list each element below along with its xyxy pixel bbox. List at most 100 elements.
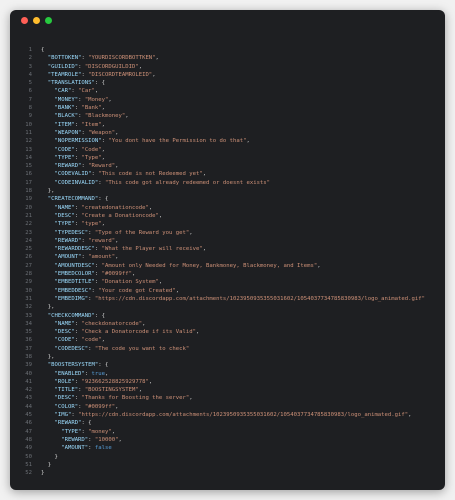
line-number: 2 [28,55,32,62]
line-number: 40 [25,370,32,377]
maximize-window-button[interactable] [45,17,52,24]
close-window-button[interactable] [21,17,28,24]
line-number: 32 [25,304,32,311]
line-number: 51 [25,461,32,468]
line-number: 7 [28,96,32,103]
code-line: 6 "CAR": "Car", [10,87,445,95]
code-line: 19 "CREATECOMMAND": { [10,195,445,203]
line-number: 37 [25,345,32,352]
code-text: "CHECKCOMMAND": { [47,312,106,319]
line-number: 35 [25,329,32,336]
code-text: } [41,453,58,460]
code-text: "CAR": "Car", [54,88,99,95]
code-text: "ENABLED": true, [54,370,109,377]
line-number: 36 [25,337,32,344]
line-number: 9 [28,113,32,120]
code-line: 29 "EMBEDTITLE": "Donation System", [10,278,445,286]
code-line: 9 "BLACK": "Blackmoney", [10,112,445,120]
line-number: 20 [25,204,32,211]
code-line: 13 "CODE": "Code", [10,146,445,154]
code-text: "DESC": "Check a Donatorcode if its Vali… [54,329,200,336]
line-number: 10 [25,121,32,128]
code-text: "TYPE": "Type", [54,154,106,161]
code-line: 49 "AMOUNT": false [10,444,445,452]
code-text: "BOOSTERSYSTEM": { [47,362,109,369]
line-number: 48 [25,436,32,443]
code-line: 3 "GUILDID": "DISCORDGUILDID", [10,63,445,71]
line-number: 33 [25,312,32,319]
code-line: 27 "AMOUNTDESC": "Amount only Needed for… [10,262,445,270]
code-line: 12 "NOPERMISSION": "You dont have the Pe… [10,137,445,145]
code-text: "BOTTOKEN": "YOURDISCORDBOTTKEN", [47,55,159,62]
code-line: 43 "DESC": "Thanks for Boosting the serv… [10,394,445,402]
minimize-window-button[interactable] [33,17,40,24]
line-number: 4 [28,71,32,78]
code-line: 4 "TEAMROLE": "DISCORDTEAMROLEID", [10,71,445,79]
code-line: 22 "TYPE": "type", [10,220,445,228]
code-text: "IMG": "https://cdn.discordapp.com/attac… [54,412,412,419]
code-line: 7 "MONEY": "Money", [10,96,445,104]
code-text: "TRANSLATIONS": { [47,80,106,87]
code-text: "TYPE": "money", [61,428,116,435]
line-number: 42 [25,387,32,394]
line-number: 19 [25,196,32,203]
code-text: "REWARD": { [54,420,92,427]
code-text: "CODE": "Code", [54,146,106,153]
code-text: { [41,47,45,53]
code-line: 50 } [10,453,445,461]
code-line: 39 "BOOSTERSYSTEM": { [10,361,445,369]
line-number: 52 [25,470,32,477]
line-number: 12 [25,138,32,145]
code-text: "EMBEDDESC": "Your code got Created", [54,287,180,294]
code-text: "DESC": "Thanks for Boosting the server"… [54,395,193,402]
line-number: 27 [25,262,32,269]
code-line: 28 "EMBEDCOLOR": "#0099ff", [10,270,445,278]
line-number: 44 [25,403,32,410]
code-line: 8 "BANK": "Bank", [10,104,445,112]
line-number: 41 [25,378,32,385]
code-text: "GUILDID": "DISCORDGUILDID", [47,63,143,70]
code-line: 45 "IMG": "https://cdn.discordapp.com/at… [10,411,445,419]
code-text: "NAME": "createdonationcode", [54,204,153,211]
line-number: 23 [25,229,32,236]
code-line: 10 "ITEM": "Item", [10,121,445,129]
line-number: 3 [28,63,32,70]
code-text: "COLOR": "#0099ff", [54,403,119,410]
code-line: 32 }, [10,303,445,311]
code-text: "EMBEDCOLOR": "#0099ff", [54,271,136,278]
code-line: 31 "EMBEDIMG": "https://cdn.discordapp.c… [10,295,445,303]
code-text: "NOPERMISSION": "You dont have the Permi… [54,138,250,145]
code-line: 18 }, [10,187,445,195]
line-number: 49 [25,445,32,452]
code-line: 5 "TRANSLATIONS": { [10,79,445,87]
code-line: 11 "WEAPON": "Weapon", [10,129,445,137]
code-line: 24 "REWARD": "reward", [10,237,445,245]
line-number: 22 [25,221,32,228]
code-line: 33 "CHECKCOMMAND": { [10,312,445,320]
line-number: 21 [25,212,32,219]
code-text: "AMOUNTDESC": "Amount only Needed for Mo… [54,262,321,269]
code-text: "EMBEDIMG": "https://cdn.discordapp.com/… [54,295,425,302]
code-line: 35 "DESC": "Check a Donatorcode if its V… [10,328,445,336]
code-line: 47 "TYPE": "money", [10,428,445,436]
code-text: } [41,470,45,477]
code-text: "REWARD": "Reward", [54,163,119,170]
code-text: "CODEDESC": "The code you want to check" [54,345,190,352]
code-text: "WEAPON": "Weapon", [54,129,119,136]
line-number: 34 [25,320,32,327]
line-number: 6 [28,88,32,95]
line-number: 14 [25,154,32,161]
line-number: 45 [25,412,32,419]
line-number: 38 [25,353,32,360]
code-line: 38 }, [10,353,445,361]
code-line: 1{ [10,46,445,54]
code-text: "REWARD": "10000", [61,436,122,443]
line-number: 18 [25,188,32,195]
code-text: "TYPEDESC": "Type of the Reward you get"… [54,229,193,236]
line-number: 43 [25,395,32,402]
line-number: 5 [28,80,32,87]
code-line: 48 "REWARD": "10000", [10,436,445,444]
line-number: 29 [25,279,32,286]
code-line: 15 "REWARD": "Reward", [10,162,445,170]
code-line: 34 "NAME": "checkdonatorcode", [10,320,445,328]
